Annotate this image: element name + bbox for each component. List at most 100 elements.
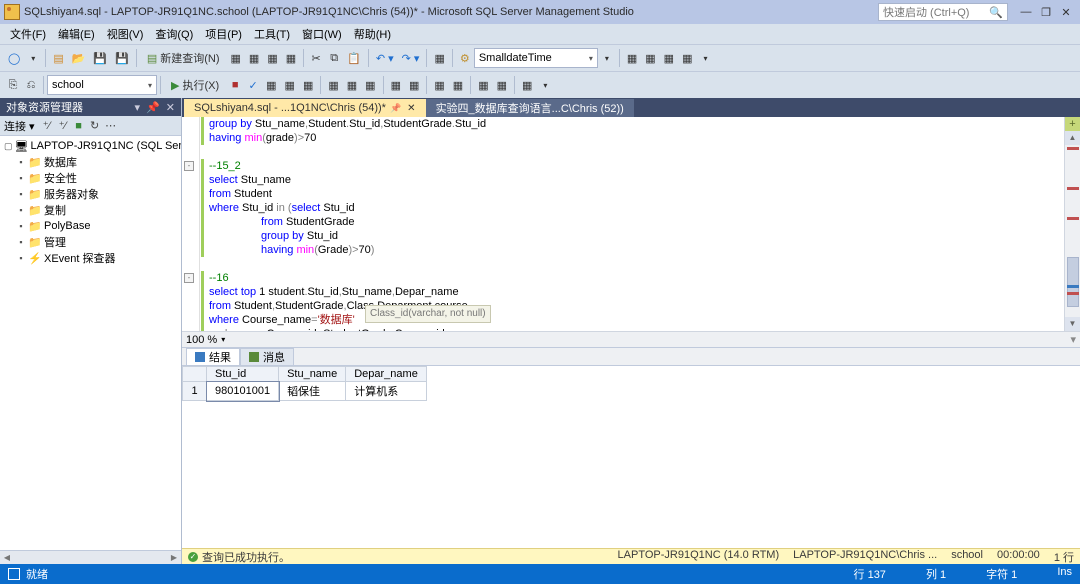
- col-stu-id[interactable]: Stu_id: [207, 367, 279, 382]
- oe-tree[interactable]: ▢ 🖥 LAPTOP-JR91Q1NC (SQL Server 14.0 ▪📁数…: [0, 136, 181, 550]
- paste-button[interactable]: 📋: [343, 48, 365, 68]
- col-depar-name[interactable]: Depar_name: [346, 367, 427, 382]
- tab-pin-icon[interactable]: 📌: [390, 103, 401, 114]
- oe-node-polybase[interactable]: ▪📁PolyBase: [0, 218, 181, 234]
- registered-servers-icon[interactable]: ▦: [623, 48, 641, 68]
- as-query-icon[interactable]: ▦: [245, 48, 263, 68]
- oe-node-replication[interactable]: ▪📁复制: [0, 202, 181, 218]
- undo-button[interactable]: ↶ ▾: [372, 48, 398, 68]
- database-combo[interactable]: school ▾: [47, 75, 157, 95]
- more-toolbar-dd[interactable]: ▾: [598, 48, 616, 68]
- split-add-icon[interactable]: +: [1065, 117, 1080, 131]
- change-connection-icon[interactable]: ⎌: [22, 75, 40, 95]
- db-engine-query-icon[interactable]: ▦: [227, 48, 245, 68]
- outdent-icon[interactable]: ▦: [493, 75, 511, 95]
- col-stu-name[interactable]: Stu_name: [279, 367, 346, 382]
- template-explorer-icon[interactable]: ▦: [660, 48, 678, 68]
- cell-stu-id[interactable]: 980101001: [207, 382, 279, 401]
- results-to-file-icon[interactable]: ▦: [405, 75, 423, 95]
- oe-hscrollbar[interactable]: ◀▶: [0, 550, 181, 564]
- status-char: 字符 1: [986, 566, 1017, 582]
- sql-editor[interactable]: group by Stu_name,Student.Stu_id,Student…: [205, 117, 1064, 331]
- redo-button[interactable]: ↷ ▾: [398, 48, 424, 68]
- tab-sqlshiyan4[interactable]: SQLshiyan4.sql - ...1Q1NC\Chris (54))* 📌…: [184, 99, 426, 117]
- cut-button[interactable]: ✂: [307, 48, 325, 68]
- save-all-button[interactable]: 💾: [111, 48, 133, 68]
- tab-close-icon[interactable]: ✕: [407, 103, 415, 114]
- oe-stop-icon[interactable]: ⁺⁄: [55, 119, 71, 132]
- oe-close-icon[interactable]: ✕: [166, 101, 175, 114]
- outline-gutter[interactable]: - -: [182, 117, 200, 331]
- oe-more-icon[interactable]: ⋯: [103, 119, 119, 132]
- quick-launch-input[interactable]: 快速启动 (Ctrl+Q) 🔍: [878, 3, 1008, 21]
- estimated-plan-icon[interactable]: ▦: [262, 75, 280, 95]
- uncomment-icon[interactable]: ▦: [449, 75, 467, 95]
- oe-node-databases[interactable]: ▪📁数据库: [0, 154, 181, 170]
- debug-target-icon[interactable]: ⚙: [456, 48, 474, 68]
- oe-pin-icon[interactable]: 📌: [146, 101, 160, 114]
- comment-icon[interactable]: ▦: [430, 75, 448, 95]
- open-file-button[interactable]: 📂: [68, 48, 90, 68]
- menu-project[interactable]: 项目(P): [199, 24, 248, 44]
- menu-file[interactable]: 文件(F): [4, 24, 52, 44]
- nav-back-button[interactable]: ◯: [4, 48, 24, 68]
- menu-query[interactable]: 查询(Q): [149, 24, 199, 44]
- table-row[interactable]: 1 980101001 韬保佳 计算机系: [183, 382, 427, 401]
- menu-window[interactable]: 窗口(W): [296, 24, 348, 44]
- oe-node-security[interactable]: ▪📁安全性: [0, 170, 181, 186]
- parse-button[interactable]: ✓: [244, 75, 262, 95]
- dmx-query-icon[interactable]: ▦: [282, 48, 300, 68]
- zoom-level[interactable]: 100 %: [186, 334, 217, 346]
- minimize-button[interactable]: —: [1016, 3, 1036, 21]
- include-plan-icon[interactable]: ▦: [324, 75, 342, 95]
- editor-vscrollbar[interactable]: + ▲ ▼: [1064, 117, 1080, 331]
- type-combo[interactable]: SmalldateTime ▾: [474, 48, 598, 68]
- oe-dropdown-icon[interactable]: ▾: [135, 101, 141, 114]
- results-to-grid-icon[interactable]: ▦: [387, 75, 405, 95]
- use-db-icon[interactable]: ⎘: [4, 75, 22, 95]
- oe-connect-button[interactable]: 连接 ▾: [4, 118, 35, 134]
- copy-button[interactable]: ⧉: [325, 48, 343, 68]
- results-grid[interactable]: Stu_id Stu_name Depar_name 1 980101001 韬…: [182, 365, 1080, 548]
- oe-filter-icon[interactable]: ■: [71, 120, 87, 132]
- oe-refresh-icon[interactable]: ↻: [87, 119, 103, 132]
- indent-icon[interactable]: ▦: [474, 75, 492, 95]
- save-button[interactable]: 💾: [89, 48, 111, 68]
- menu-help[interactable]: 帮助(H): [348, 24, 397, 44]
- properties-icon[interactable]: ▦: [678, 48, 696, 68]
- query-options-icon[interactable]: ▦: [281, 75, 299, 95]
- oe-server-node[interactable]: ▢ 🖥 LAPTOP-JR91Q1NC (SQL Server 14.0: [0, 138, 181, 154]
- maximize-button[interactable]: ❐: [1036, 3, 1056, 21]
- close-button[interactable]: ✕: [1056, 3, 1076, 21]
- tab-experiment4[interactable]: 实验四_数据库查询语言...C\Chris (52)): [426, 99, 634, 117]
- more-sql-dd[interactable]: ▾: [536, 75, 554, 95]
- activity-monitor-icon[interactable]: ▦: [641, 48, 659, 68]
- cell-stu-name[interactable]: 韬保佳: [279, 382, 346, 401]
- oe-node-management[interactable]: ▪📁管理: [0, 234, 181, 250]
- new-file-button[interactable]: ▤: [49, 48, 67, 68]
- intellisense-icon[interactable]: ▦: [299, 75, 317, 95]
- collapse-marker[interactable]: -: [184, 273, 194, 283]
- scroll-thumb[interactable]: [1067, 257, 1079, 307]
- mdx-query-icon[interactable]: ▦: [263, 48, 281, 68]
- specify-values-icon[interactable]: ▦: [518, 75, 536, 95]
- menu-view[interactable]: 视图(V): [101, 24, 150, 44]
- new-query-button[interactable]: ▤ 新建查询(N): [140, 48, 227, 68]
- more-toolbar2-dd[interactable]: ▾: [696, 48, 714, 68]
- messages-tab[interactable]: 消息: [240, 348, 294, 365]
- menu-tools[interactable]: 工具(T): [248, 24, 296, 44]
- collapse-marker[interactable]: -: [184, 161, 194, 171]
- execute-button[interactable]: ▶ 执行(X): [164, 75, 226, 95]
- oe-node-server-objects[interactable]: ▪📁服务器对象: [0, 186, 181, 202]
- solution-icon[interactable]: ▦: [430, 48, 448, 68]
- results-tab[interactable]: 结果: [186, 348, 240, 365]
- stop-button[interactable]: ■: [226, 75, 244, 95]
- oe-disconnect-icon[interactable]: ⁺⁄: [39, 119, 55, 132]
- include-stats-icon[interactable]: ▦: [343, 75, 361, 95]
- nav-fwd-button[interactable]: ▾: [24, 48, 42, 68]
- menu-edit[interactable]: 编辑(E): [52, 24, 101, 44]
- results-to-text-icon[interactable]: ▦: [361, 75, 379, 95]
- oe-node-xevent[interactable]: ▪⚡XEvent 探查器: [0, 250, 181, 266]
- splitter-handle[interactable]: ▾: [1070, 333, 1076, 346]
- cell-depar-name[interactable]: 计算机系: [346, 382, 427, 401]
